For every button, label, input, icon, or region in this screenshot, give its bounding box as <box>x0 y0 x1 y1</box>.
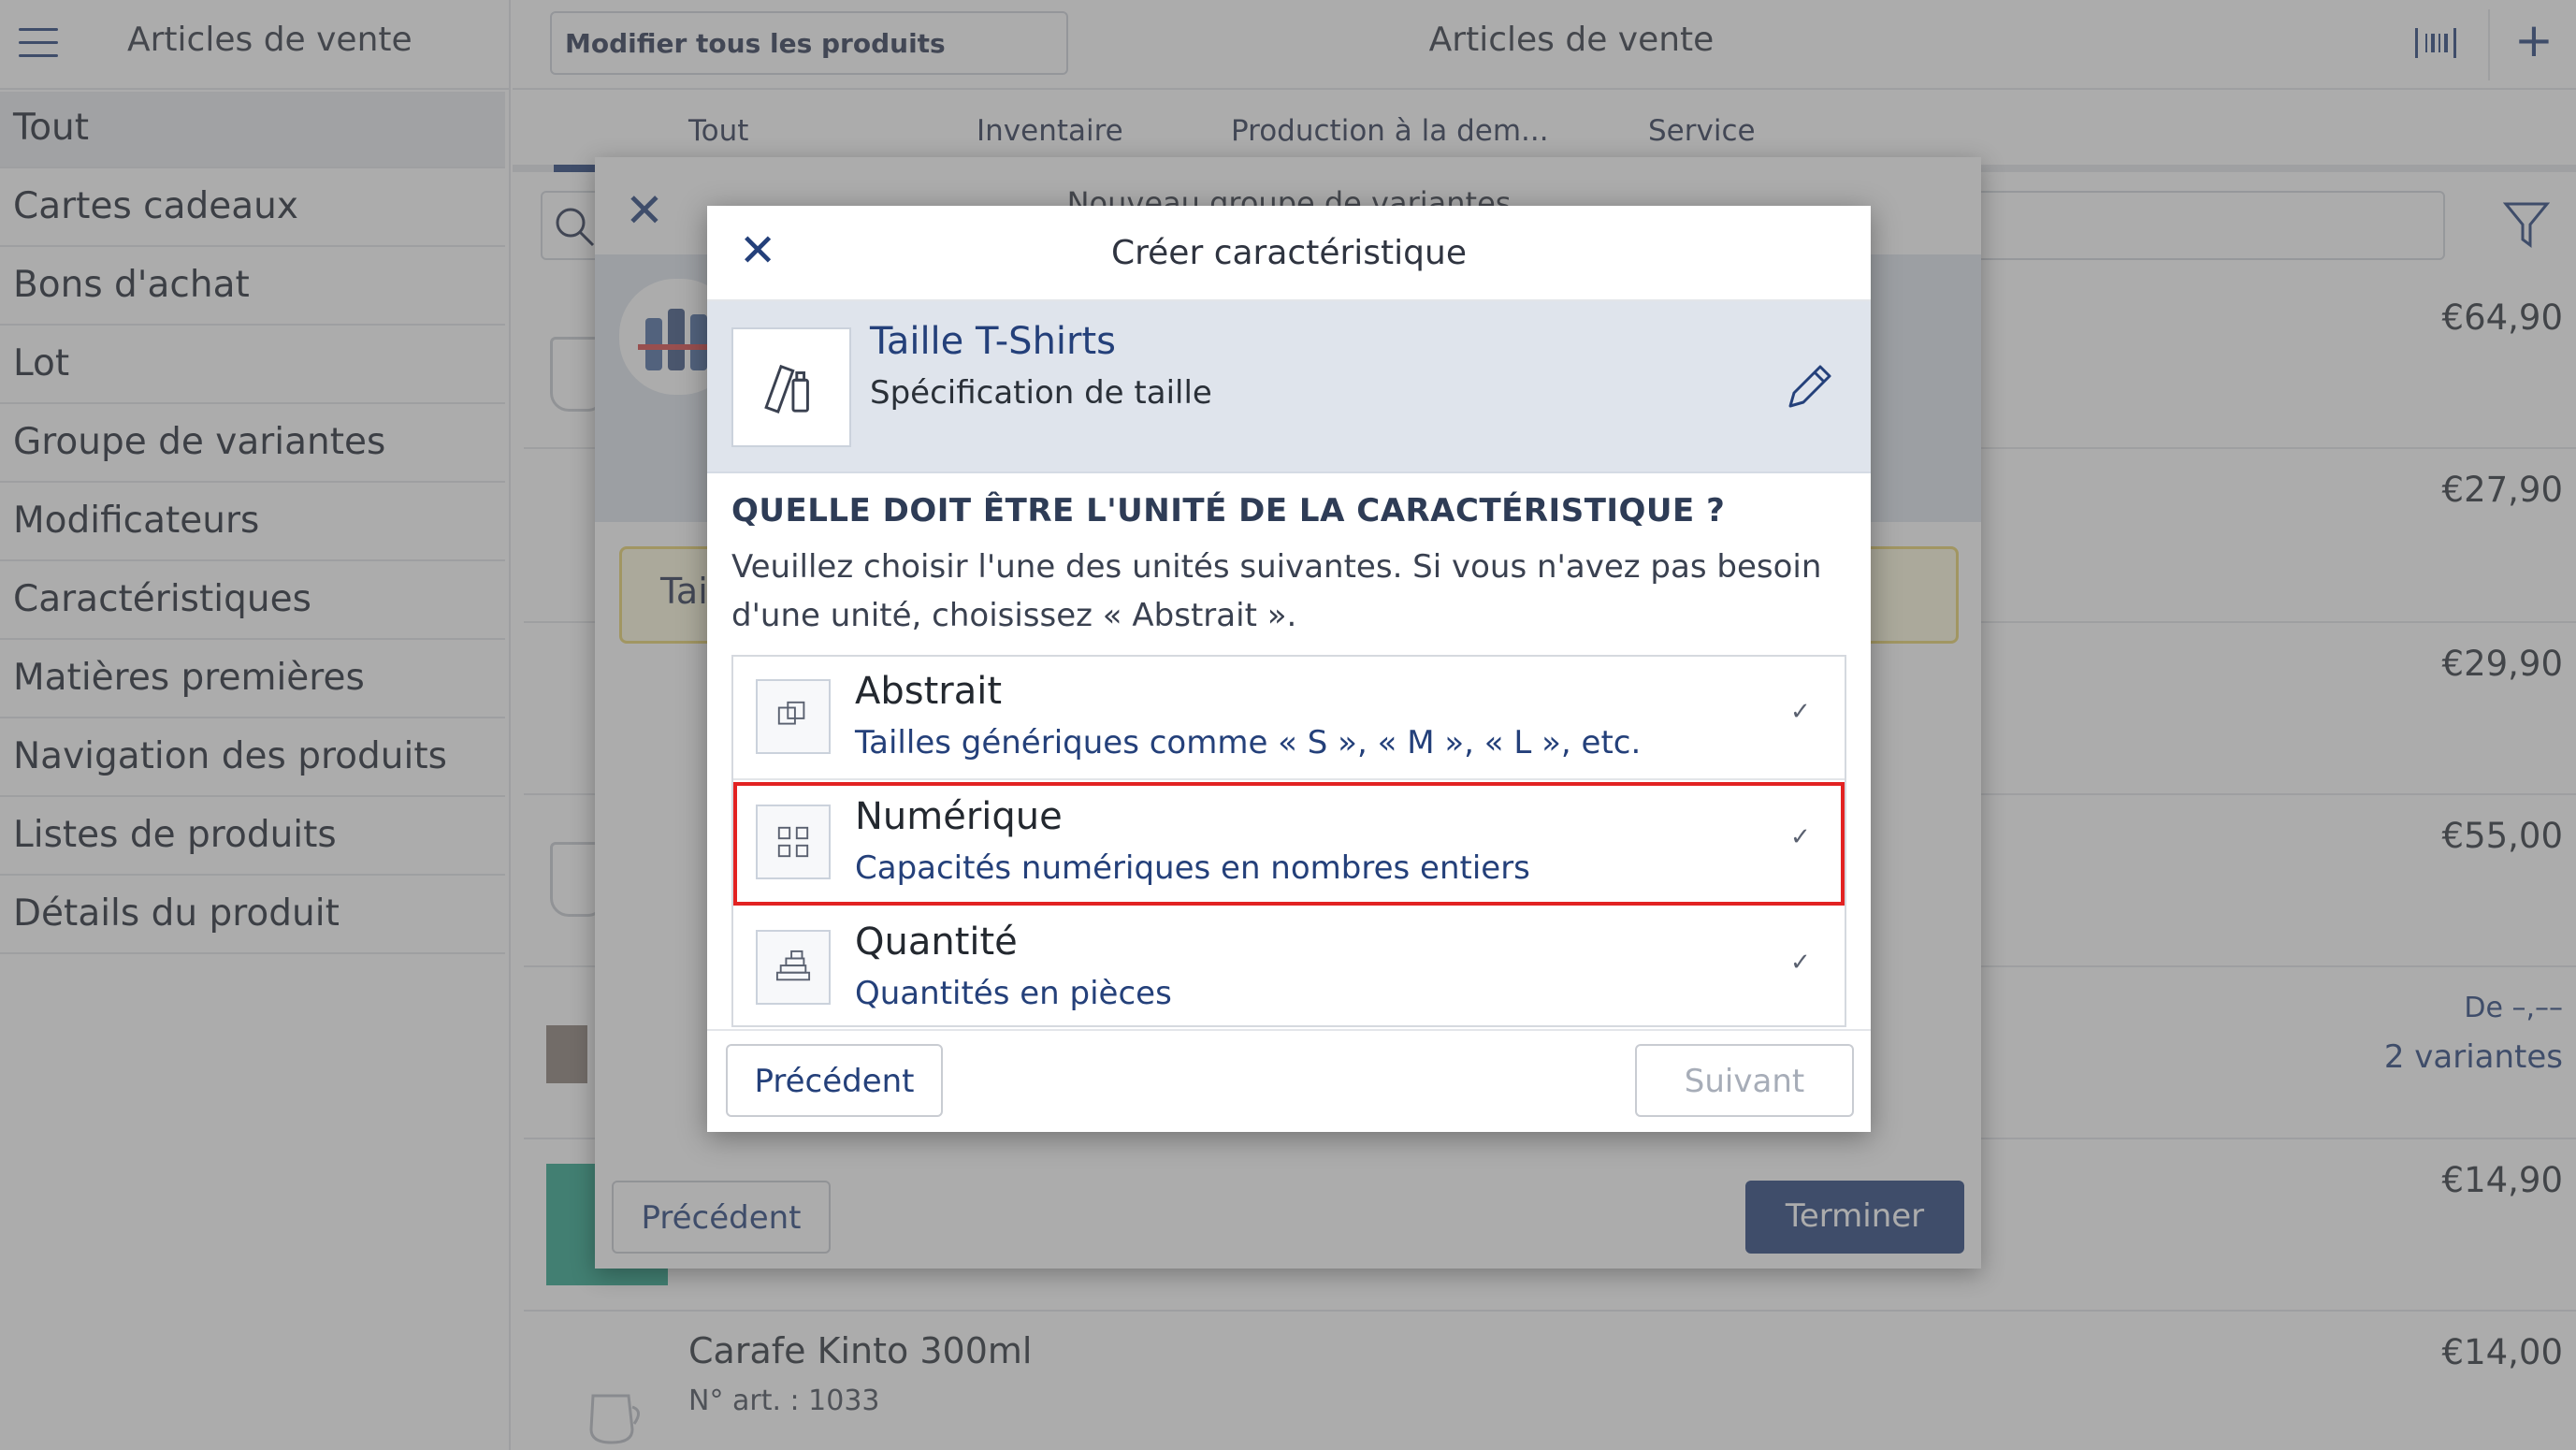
unit-options-list: Abstrait Tailles génériques comme « S »,… <box>731 655 1846 1027</box>
checkmark-icon: ✓ <box>1790 823 1811 851</box>
checkmark-icon: ✓ <box>1790 949 1811 977</box>
option-numeric-description: Capacités numériques en nombres entiers <box>855 849 1530 887</box>
feature-description: Spécification de taille <box>870 374 1212 412</box>
unit-question-text: Veuillez choisir l'une des unités suivan… <box>731 548 1822 634</box>
next-button[interactable]: Suivant <box>1635 1044 1854 1117</box>
previous-label: Précédent <box>754 1063 915 1100</box>
option-abstract-title: Abstrait <box>855 670 1003 713</box>
option-quantity-title: Quantité <box>855 921 1018 964</box>
unit-question-title: QUELLE DOIT ÊTRE L'UNITÉ DE LA CARACTÉRI… <box>731 492 1726 529</box>
ruler-bottle-icon <box>731 327 851 447</box>
option-quantity[interactable]: Quantité Quantités en pièces ✓ <box>733 907 1845 1025</box>
option-numeric-title: Numérique <box>855 795 1063 838</box>
next-label: Suivant <box>1684 1063 1805 1100</box>
close-icon[interactable]: ✕ <box>739 225 776 277</box>
numeric-grid-icon <box>756 805 831 879</box>
create-feature-title: Créer caractéristique <box>1111 234 1467 272</box>
abstract-shapes-icon <box>756 679 831 754</box>
option-numeric[interactable]: Numérique Capacités numériques en nombre… <box>733 782 1845 906</box>
checkmark-icon: ✓ <box>1790 698 1811 726</box>
option-quantity-description: Quantités en pièces <box>855 975 1172 1012</box>
option-abstract-description: Tailles génériques comme « S », « M », «… <box>855 724 1642 761</box>
previous-button[interactable]: Précédent <box>726 1044 943 1117</box>
option-abstract[interactable]: Abstrait Tailles génériques comme « S »,… <box>733 657 1845 780</box>
pencil-edit-icon[interactable] <box>1781 359 1837 415</box>
stacked-coins-icon <box>756 930 831 1005</box>
feature-name: Taille T-Shirts <box>870 320 1117 363</box>
